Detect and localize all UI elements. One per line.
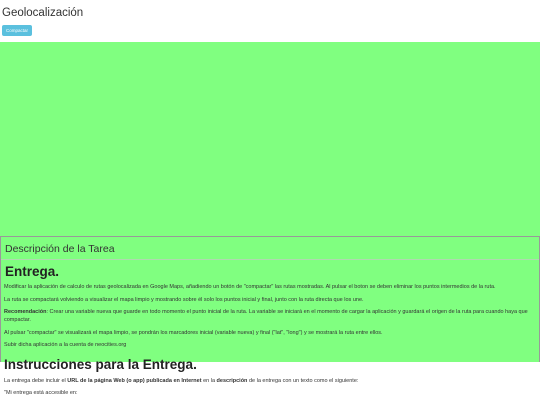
task-paragraph-5: Subir dicha aplicación a la cuenta de ne… [4,342,127,348]
task-paragraph-3: Recomendación: Crear una variable nueva … [4,308,534,324]
recommendation-label: Recomendación [4,309,47,315]
panel-header: Descripción de la Tarea [5,243,115,255]
compact-button[interactable]: Compactar [2,25,33,36]
instructions-paragraph-1: La entrega debe incluir el URL de la pág… [4,377,534,385]
instructions-text-b: en la [201,378,217,384]
instructions-url-emphasis: URL de la página Web (o app) publicada e… [67,378,202,384]
instructions-text-c: de la entrega con un texto como el sigui… [247,378,359,384]
task-paragraph-2: La ruta se compactará volviendo a visual… [4,297,364,303]
instructions-text-a: La entrega debe incluir el [4,378,68,384]
instructions-heading: Instrucciones para la Entrega. [4,357,197,372]
recommendation-text: : Crear una variable nueva que guarde en… [4,309,528,323]
instructions-description-emphasis: descripción [216,378,248,384]
instructions-paragraph-2: "Mi entrega está accesible en: [4,390,78,396]
app-title: Geolocalización [2,7,84,19]
task-paragraph-4: Al pulsar "compactar" se visualizará el … [4,330,383,336]
task-paragraph-1: Modificar la aplicación de calculo de ru… [4,284,496,290]
delivery-heading: Entrega. [5,264,60,279]
panel-divider [1,259,539,260]
